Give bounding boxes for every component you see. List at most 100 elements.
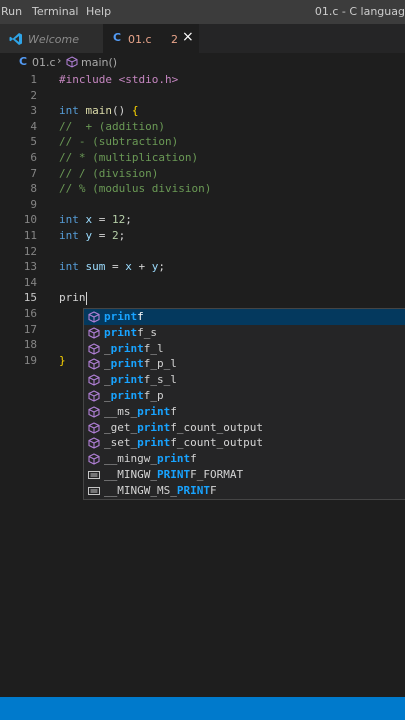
code-token: // * (multiplication) [59, 151, 199, 164]
code-text: int main() { [59, 103, 139, 119]
close-icon[interactable]: × [182, 29, 194, 45]
suggestion-item[interactable]: _get_printf_count_output [84, 420, 405, 436]
suggestion-item[interactable]: _set_printf_count_output [84, 435, 405, 451]
code-text: // * (multiplication) [59, 150, 198, 166]
suggestion-prefix: _set_ [104, 436, 138, 450]
code-token: = [92, 229, 112, 242]
suggestion-suffix: f [137, 310, 144, 323]
suggestion-item[interactable]: _printf_p_l [84, 356, 405, 372]
autocomplete-suggestions: printf printf_s _printf_l _printf_p_l _print… [83, 308, 405, 500]
text-icon [88, 486, 100, 495]
suggestion-item[interactable]: __mingw_printf [84, 451, 405, 467]
suggestion-match: print [137, 420, 171, 434]
suggestion-label: __mingw_printf [104, 451, 197, 467]
line-number: 12 [23, 244, 37, 258]
code-token: sum [85, 260, 106, 274]
tab-01c[interactable]: C 01.c 2 × [103, 24, 199, 53]
suggestion-prefix: __mingw_ [104, 452, 157, 466]
suggestion-label: printf_s [104, 325, 157, 341]
line-number: 7 [30, 166, 37, 180]
breadcrumb-symbol[interactable]: main() [81, 56, 117, 69]
code-token: } [59, 353, 66, 367]
cube-icon [88, 311, 100, 323]
code-token: prin [59, 291, 86, 305]
suggestion-item[interactable]: __MINGW_PRINTF_FORMAT [84, 467, 405, 483]
suggestion-label: _printf_s_l [104, 372, 177, 388]
code-token: // % (modulus division) [59, 182, 212, 196]
code-text: // / (division) [59, 166, 158, 182]
suggestion-match: print [137, 404, 171, 418]
suggestion-item[interactable]: printf [84, 309, 405, 325]
code-token: ; [125, 213, 132, 227]
breadcrumb-file[interactable]: 01.c [32, 56, 56, 69]
cube-icon [88, 406, 100, 418]
suggestion-item[interactable]: __ms_printf [84, 404, 405, 420]
suggestion-item[interactable]: _printf_s_l [84, 372, 405, 388]
suggestion-match: print [110, 389, 144, 402]
suggestion-match: PRINT [156, 468, 191, 481]
tab-welcome-label: Welcome [28, 33, 79, 46]
code-token: = [105, 260, 126, 274]
code-token: #include [59, 73, 119, 86]
suggestion-suffix: f_s [137, 325, 157, 339]
code-text: int y = 2; [59, 228, 125, 244]
suggestion-suffix: f_count_output [170, 436, 263, 450]
line-number: 9 [30, 197, 37, 211]
suggestion-suffix: f_l [143, 341, 164, 355]
suggestion-label: __MINGW_PRINTF_FORMAT [104, 467, 243, 483]
line-number: 2 [30, 88, 37, 102]
line-number: 10 [23, 213, 37, 227]
code-text: #include <stdio.h> [59, 72, 178, 88]
suggestion-item[interactable]: __MINGW_MS_PRINTF [84, 483, 405, 499]
code-token: // / (division) [59, 166, 159, 180]
code-text: int x = 12; [59, 212, 132, 228]
code-token: // + (addition) [59, 119, 165, 133]
suggestion-prefix: _ [104, 373, 111, 387]
breadcrumb-c-file-icon: C [19, 55, 28, 68]
window-title: 01.c - C languag [314, 5, 405, 18]
code-token: + [131, 260, 152, 274]
code-text: int sum = x + y; [59, 259, 165, 275]
menu-help[interactable]: Help [86, 5, 111, 18]
cube-icon [88, 437, 100, 450]
suggestion-suffix: f_s_l [143, 373, 177, 387]
line-number: 14 [23, 275, 37, 289]
line-number: 13 [23, 260, 37, 274]
suggestion-item[interactable]: _printf_l [84, 341, 405, 357]
code-text: // % (modulus division) [59, 181, 211, 197]
cube-icon [88, 358, 100, 371]
suggestion-suffix: f [170, 404, 177, 418]
suggestion-suffix: f_p_l [143, 357, 177, 371]
code-token: <stdio.h> [118, 73, 179, 86]
line-number: 11 [23, 229, 37, 242]
line-number: 4 [30, 119, 37, 133]
code-token: // - (subtraction) [59, 135, 179, 149]
line-number: 15 [23, 291, 37, 305]
suggestion-suffix: f [190, 452, 197, 466]
code-token: int [59, 260, 86, 274]
text-cursor [85, 291, 87, 305]
suggestion-label: __ms_printf [104, 404, 177, 420]
suggestion-item[interactable]: _printf_p [84, 388, 405, 404]
menu-terminal[interactable]: Terminal [32, 5, 79, 18]
tab-welcome[interactable]: Welcome [0, 24, 103, 53]
suggestion-suffix: F_FORMAT [190, 468, 244, 481]
suggestion-label: __MINGW_MS_PRINTF [104, 483, 217, 499]
line-number: 17 [23, 322, 37, 336]
line-number: 18 [23, 338, 37, 352]
tab-bar: Welcome C 01.c 2 × [0, 24, 405, 53]
line-number: 5 [30, 135, 37, 149]
suggestion-suffix: f_count_output [170, 420, 263, 434]
suggestion-item[interactable]: printf_s [84, 325, 405, 341]
code-token: x [125, 260, 132, 274]
breadcrumb-separator: › [57, 54, 62, 67]
code-token: int [59, 213, 86, 227]
suggestion-prefix: _get_ [104, 420, 138, 434]
status-bar [0, 697, 405, 720]
suggestion-match: print [137, 436, 171, 450]
menu-run[interactable]: Run [1, 5, 22, 18]
suggestion-match: print [110, 341, 144, 355]
suggestion-prefix: _ [104, 341, 111, 355]
line-number: 1 [30, 73, 37, 86]
code-token: { [131, 104, 139, 118]
